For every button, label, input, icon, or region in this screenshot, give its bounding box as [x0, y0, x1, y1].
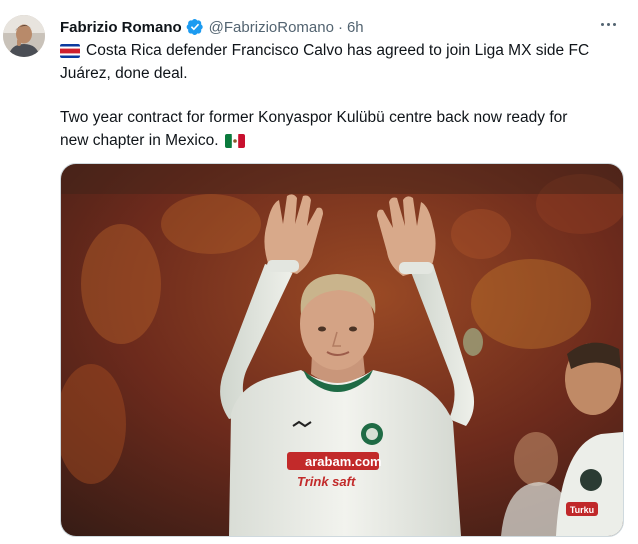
verified-badge-icon — [186, 18, 203, 36]
more-options-button[interactable] — [596, 14, 620, 34]
avatar[interactable] — [3, 15, 45, 57]
mexico-flag-icon — [224, 133, 245, 148]
tweet-line: Two year contract for former Konyaspor K… — [60, 109, 568, 126]
more-dot — [612, 22, 616, 26]
tweet-line-text: Costa Rica defender Francisco Calvo has … — [86, 42, 590, 59]
tweet-line: Costa Rica defender Francisco Calvo has … — [60, 40, 626, 63]
jersey-sponsor-top: arabam.com — [305, 454, 382, 469]
author-name[interactable]: Fabrizio Romano — [60, 19, 182, 36]
tweet-media-photo[interactable]: Turku arabam.com Trink saft — [60, 163, 624, 537]
tweet-line: new chapter in Mexico. — [60, 130, 626, 153]
separator-dot: · — [337, 18, 343, 36]
costa-rica-flag-icon — [60, 44, 80, 58]
tweet-line-text: new chapter in Mexico. — [60, 131, 219, 149]
avatar-image — [3, 15, 45, 57]
timestamp[interactable]: 6h — [347, 19, 364, 36]
tweet-header: Fabrizio Romano @FabrizioRomano · 6h — [60, 16, 364, 38]
author-handle[interactable]: @FabrizioRomano — [209, 19, 334, 36]
jersey-sponsor-bottom: Trink saft — [297, 474, 356, 489]
background-sponsor: Turku — [570, 505, 594, 515]
tweet-text: Costa Rica defender Francisco Calvo has … — [60, 40, 626, 152]
tweet[interactable]: Fabrizio Romano @FabrizioRomano · 6h Cos… — [0, 0, 638, 544]
more-dot — [606, 22, 610, 26]
tweet-line: Juárez, done deal. — [60, 64, 188, 82]
player-photo: Turku arabam.com Trink saft — [61, 164, 623, 536]
more-dot — [600, 22, 604, 26]
